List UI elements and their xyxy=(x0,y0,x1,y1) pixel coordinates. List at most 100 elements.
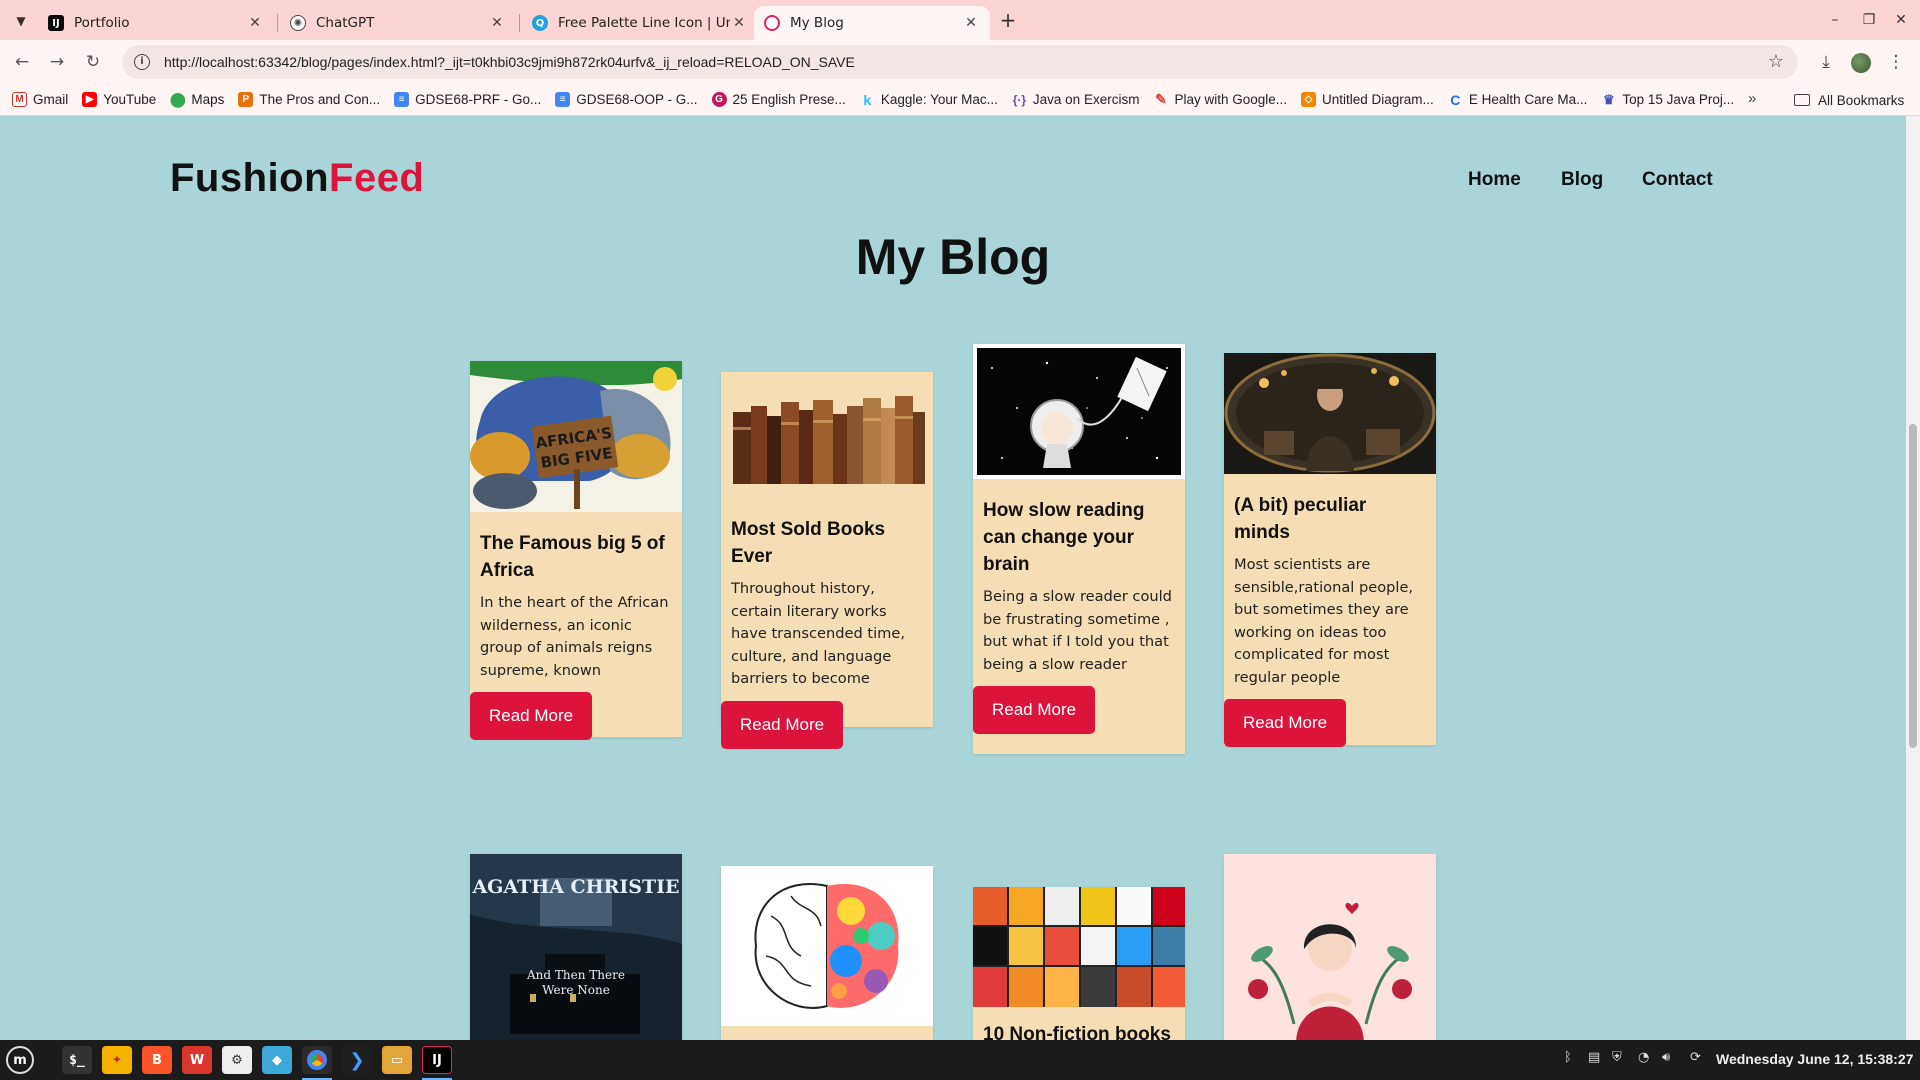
scientist-portrait-image xyxy=(1224,353,1436,474)
settings-icon[interactable]: ⚙ xyxy=(222,1046,252,1074)
read-more-button[interactable]: Read More xyxy=(470,692,593,740)
shield-icon[interactable]: ⛨ xyxy=(1612,1050,1622,1065)
update-icon[interactable]: ⟳ xyxy=(1690,1050,1701,1065)
wifi-icon[interactable]: ◔ xyxy=(1638,1050,1649,1065)
clipboard-icon[interactable]: ▤ xyxy=(1588,1050,1600,1065)
window-close-icon[interactable]: ✕ xyxy=(1886,8,1916,32)
url-text[interactable]: http://localhost:63342/blog/pages/index.… xyxy=(164,54,855,70)
blog-card: AFRICA'S BIG FIVE The Famous big 5 of Af… xyxy=(470,361,682,740)
tab-my-blog[interactable]: My Blog ✕ xyxy=(754,6,990,40)
bookmark-gdse68-oop[interactable]: ≡ GDSE68-OOP - G... xyxy=(555,92,698,107)
bookmark-star-icon[interactable]: ☆ xyxy=(1768,51,1784,72)
nav-blog[interactable]: Blog xyxy=(1561,169,1603,191)
post-title[interactable]: 10 Non-fiction books xyxy=(973,1021,1185,1040)
nav-home[interactable]: Home xyxy=(1468,169,1521,191)
bluetooth-icon[interactable]: ᛒ xyxy=(1564,1050,1572,1065)
tab-chatgpt[interactable]: ✺ ChatGPT ✕ xyxy=(280,6,516,40)
post-title[interactable]: How slow reading can change your brain xyxy=(973,497,1185,578)
all-bookmarks-button[interactable]: All Bookmarks xyxy=(1794,84,1904,116)
bookmark-english-presentations[interactable]: G 25 English Prese... xyxy=(711,92,846,107)
blog-card: Most Sold Books Ever Throughout history,… xyxy=(721,372,933,749)
tab-search-icon[interactable]: ▼ xyxy=(8,8,34,34)
tab-title: Portfolio xyxy=(74,15,130,31)
post-excerpt: Being a slow reader could be frustrating… xyxy=(983,588,1172,673)
bookmark-maps[interactable]: ⬤ Maps xyxy=(170,91,224,107)
bookmark-youtube[interactable]: ▶ YouTube xyxy=(82,92,156,107)
site-info-icon[interactable]: i xyxy=(134,54,150,70)
tab-portfolio[interactable]: IJ Portfolio ✕ xyxy=(38,6,274,40)
back-icon[interactable]: ← xyxy=(10,50,34,74)
new-tab-button[interactable]: + xyxy=(994,8,1022,34)
brave-icon[interactable]: B xyxy=(142,1046,172,1074)
read-more-button[interactable]: Read More xyxy=(1224,699,1347,747)
tab-free-palette[interactable]: Q Free Palette Line Icon | Unic ✕ xyxy=(522,6,758,40)
bookmark-play-google[interactable]: ✎ Play with Google... xyxy=(1153,91,1287,107)
post-title[interactable]: (A bit) peculiar minds xyxy=(1224,492,1436,546)
volume-icon[interactable]: 🔊︎ xyxy=(1662,1050,1670,1065)
all-bookmarks-label: All Bookmarks xyxy=(1818,92,1905,108)
post-title[interactable]: The Famous big 5 of Africa xyxy=(470,530,682,584)
chatgpt-icon: ✺ xyxy=(290,15,306,31)
blog-icon xyxy=(764,15,780,31)
site-icon: C xyxy=(1450,91,1461,108)
cube-app-icon[interactable]: ◆ xyxy=(262,1046,292,1074)
intellij-taskbar-icon[interactable]: IJ xyxy=(422,1046,452,1074)
close-icon[interactable]: ✕ xyxy=(246,15,264,31)
intellij-icon: IJ xyxy=(48,15,64,31)
youtube-icon: ▶ xyxy=(82,92,98,107)
chrome-icon[interactable] xyxy=(302,1046,332,1074)
close-icon[interactable]: ✕ xyxy=(730,15,748,31)
bookmark-label: 25 English Prese... xyxy=(732,92,846,107)
address-bar[interactable]: i http://localhost:63342/blog/pages/inde… xyxy=(122,45,1798,79)
read-more-button[interactable]: Read More xyxy=(721,700,844,749)
read-more-button[interactable]: Read More xyxy=(973,686,1096,734)
menu-icon[interactable]: ⋮ xyxy=(1884,50,1908,74)
bookmark-gdse68-prf[interactable]: ≡ GDSE68-PRF - Go... xyxy=(394,92,541,107)
restore-icon[interactable]: ❐ xyxy=(1854,8,1884,32)
vscode-icon[interactable]: ❯ xyxy=(342,1046,372,1074)
logo-accent-text: Feed xyxy=(329,156,425,200)
app-icon[interactable]: ✦ xyxy=(102,1046,132,1074)
blog-card: 10 Non-fiction books xyxy=(973,887,1185,1040)
scrollbar-thumb[interactable] xyxy=(1909,424,1917,748)
minimize-icon[interactable]: – xyxy=(1820,8,1850,32)
close-icon[interactable]: ✕ xyxy=(488,15,506,31)
tab-title: Free Palette Line Icon | Unic xyxy=(558,15,730,31)
post-title[interactable]: Most Sold Books Ever xyxy=(721,516,933,570)
bookmarks-bar: M Gmail ▶ YouTube ⬤ Maps P The Pros and Con.… xyxy=(0,84,1920,116)
download-icon[interactable]: ⤓ xyxy=(1814,50,1838,74)
logo-main-text: Fushion xyxy=(170,156,330,200)
bookmark-untitled-diagram[interactable]: ◇ Untitled Diagram... xyxy=(1301,92,1434,107)
tab-strip: ▼ IJ Portfolio ✕ ✺ ChatGPT ✕ Q Free Pale… xyxy=(0,0,1920,40)
bookmark-pros-cons[interactable]: P The Pros and Con... xyxy=(238,92,380,107)
terminal-icon[interactable]: $_ xyxy=(62,1046,92,1074)
pros-icon: P xyxy=(238,92,254,107)
tab-divider xyxy=(519,14,520,32)
site-logo[interactable]: FushionFeed xyxy=(170,156,424,201)
uicons-icon: Q xyxy=(532,15,548,31)
more-bookmarks-icon[interactable]: » xyxy=(1748,90,1756,107)
files-icon[interactable]: ▭ xyxy=(382,1046,412,1074)
clock[interactable]: Wednesday June 12, 15:38:27 xyxy=(1716,1051,1913,1067)
astronaut-book-image xyxy=(973,344,1185,479)
page-title: My Blog xyxy=(855,229,1051,285)
forward-icon[interactable]: → xyxy=(45,50,69,74)
nav-contact[interactable]: Contact xyxy=(1642,169,1713,191)
kaggle-icon: k xyxy=(863,91,872,108)
bookmark-label: Top 15 Java Proj... xyxy=(1622,92,1735,107)
bookmark-ehealth[interactable]: C E Health Care Ma... xyxy=(1448,91,1587,108)
wps-office-icon[interactable]: W xyxy=(182,1046,212,1074)
reload-icon[interactable]: ↻ xyxy=(81,50,105,74)
close-icon[interactable]: ✕ xyxy=(962,15,980,31)
bookmark-java-projects[interactable]: ♛ Top 15 Java Proj... xyxy=(1601,92,1735,108)
card-body-strip xyxy=(721,1026,933,1040)
bookmark-kaggle[interactable]: k Kaggle: Your Mac... xyxy=(860,91,997,108)
bookmark-exercism[interactable]: {·} Java on Exercism xyxy=(1012,92,1140,107)
docs-icon: ≡ xyxy=(555,92,571,107)
mint-menu-icon[interactable]: m xyxy=(6,1046,34,1074)
colorful-brain-image xyxy=(721,866,933,1026)
profile-avatar[interactable] xyxy=(1851,53,1871,73)
bookmark-gmail[interactable]: M Gmail xyxy=(12,92,68,107)
page-scrollbar[interactable] xyxy=(1906,116,1920,1040)
folder-icon xyxy=(1794,94,1810,106)
